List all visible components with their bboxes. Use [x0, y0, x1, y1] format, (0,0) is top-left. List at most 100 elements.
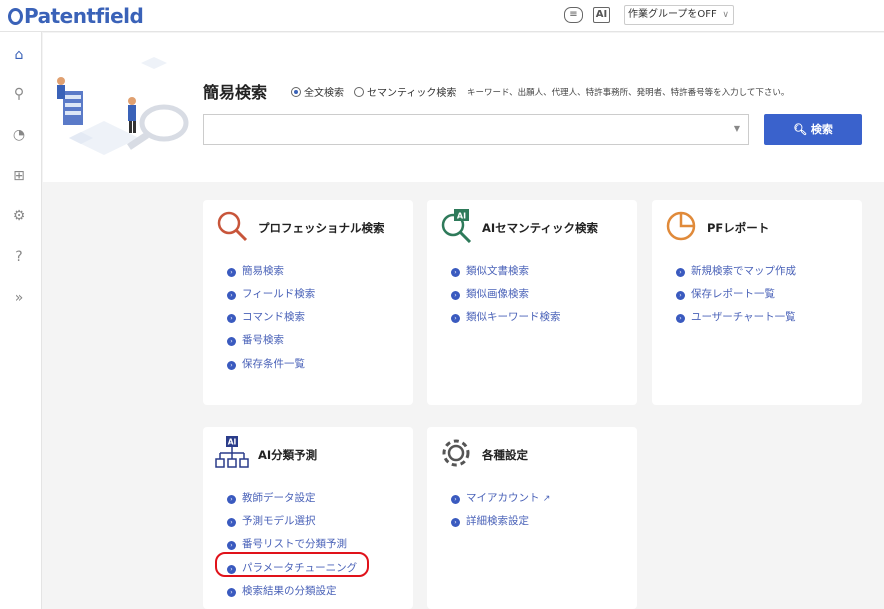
radio-fulltext-label: 全文検索 [304, 88, 344, 99]
simple-search-panel: 簡易検索 全文検索 セマンティック検索 キーワード、出願人、代理人、特許事務所、… [43, 33, 884, 182]
external-link-icon: ↗ [543, 494, 551, 504]
bullet-icon: › [451, 291, 460, 300]
link-label[interactable]: 簡易検索 [242, 265, 284, 277]
magnifier-icon [215, 209, 249, 243]
bullet-icon: › [451, 518, 460, 527]
search-button-icon: 🔍︎ [793, 123, 807, 136]
ai-badge: AI [228, 438, 237, 447]
radio-fulltext[interactable]: 全文検索 [291, 84, 344, 99]
bullet-icon: › [676, 268, 685, 277]
link-label[interactable]: 予測モデル選択 [242, 515, 316, 527]
bullet-icon: › [227, 518, 236, 527]
card-title: PFレポート [707, 220, 769, 236]
link-label[interactable]: 教師データ設定 [242, 492, 316, 504]
link-teacher-data[interactable]: › 教師データ設定 [227, 490, 316, 505]
ai-tree-icon: AI [215, 436, 249, 470]
link-label[interactable]: マイアカウント [466, 492, 540, 504]
card-ai-semantic: AI AIセマンティック検索 › 類似文書検索 › 類似画像検索 › 類似キーワード検… [427, 200, 637, 405]
bullet-icon: › [676, 314, 685, 323]
bullet-icon: › [227, 291, 236, 300]
bullet-icon: › [227, 541, 236, 550]
bullet-icon: › [227, 268, 236, 277]
link-number-search[interactable]: › 番号検索 [227, 332, 284, 347]
card-professional-search: プロフェッショナル検索 › 簡易検索 › フィールド検索 › コマンド検索 › 番号検索… [203, 200, 413, 405]
ai-badge: AI [457, 212, 466, 221]
radio-semantic-dot[interactable] [354, 87, 364, 97]
link-label[interactable]: 新規検索でマップ作成 [691, 265, 796, 277]
bullet-icon: › [451, 268, 460, 277]
radio-fulltext-dot[interactable] [291, 87, 301, 97]
chevron-down-icon: ∨ [722, 6, 729, 24]
link-field-search[interactable]: › フィールド検索 [227, 286, 315, 301]
top-header: Patentfield ≡ AI 作業グループをOFF ∨ [0, 0, 884, 32]
link-model-select[interactable]: › 予測モデル選択 [227, 513, 316, 528]
link-label[interactable]: フィールド検索 [242, 288, 315, 300]
link-label[interactable]: 保存レポート一覧 [691, 288, 775, 300]
search-input[interactable]: ▼ [203, 114, 749, 145]
settings-icon[interactable]: ⚙ [10, 207, 28, 225]
pie-chart-icon [664, 209, 698, 243]
chat-icon[interactable]: ≡ [564, 7, 583, 23]
logo-text: Patentfield [24, 4, 143, 28]
link-label[interactable]: ユーザーチャート一覧 [691, 311, 796, 323]
card-title: AIセマンティック検索 [482, 220, 598, 236]
link-command-search[interactable]: › コマンド検索 [227, 309, 305, 324]
bullet-icon: › [227, 314, 236, 323]
link-saved-conditions[interactable]: › 保存条件一覧 [227, 356, 305, 371]
radio-semantic[interactable]: セマンティック検索 [354, 84, 456, 99]
search-hint: キーワード、出願人、代理人、特許事務所、発明者、特許番号等を入力して下さい。 [467, 86, 789, 98]
ai-icon[interactable]: AI [593, 7, 610, 23]
expand-icon[interactable]: » [10, 289, 28, 307]
dropdown-caret-icon[interactable]: ▼ [734, 124, 740, 133]
link-label[interactable]: 番号検索 [242, 334, 284, 346]
bullet-icon: › [451, 495, 460, 504]
link-label[interactable]: コマンド検索 [242, 311, 305, 323]
link-label[interactable]: 検索結果の分類設定 [242, 585, 337, 597]
search-illustration-icon [49, 43, 199, 163]
link-label[interactable]: 類似キーワード検索 [466, 311, 561, 323]
link-label[interactable]: 詳細検索設定 [466, 515, 529, 527]
card-title: AI分類予測 [258, 447, 317, 463]
bullet-icon: › [227, 495, 236, 504]
help-icon[interactable]: ? [10, 248, 28, 266]
bullet-icon: › [227, 361, 236, 370]
link-similar-docs[interactable]: › 類似文書検索 [451, 263, 529, 278]
search-button-label: 検索 [811, 123, 833, 136]
workgroup-select-value: 作業グループをOFF [628, 9, 717, 20]
search-icon[interactable]: ⚲ [10, 85, 28, 103]
link-new-map[interactable]: › 新規検索でマップ作成 [676, 263, 796, 278]
report-icon[interactable]: ◔ [10, 126, 28, 144]
radio-semantic-label: セマンティック検索 [367, 88, 456, 99]
page-title: 簡易検索 [203, 79, 267, 103]
gear-icon [439, 436, 473, 470]
link-label[interactable]: 保存条件一覧 [242, 358, 305, 370]
link-advanced-search-settings[interactable]: › 詳細検索設定 [451, 513, 529, 528]
link-number-list-predict[interactable]: › 番号リストで分類予測 [227, 536, 347, 551]
link-my-account[interactable]: › マイアカウント ↗ [451, 490, 550, 505]
card-settings: 各種設定 › マイアカウント ↗ › 詳細検索設定 [427, 427, 637, 609]
link-saved-reports[interactable]: ›保存レポート一覧 [676, 286, 775, 301]
link-similar-images[interactable]: › 類似画像検索 [451, 286, 529, 301]
ai-magnifier-icon: AI [439, 209, 473, 243]
link-result-classification[interactable]: › 検索結果の分類設定 [227, 583, 337, 598]
link-simple-search[interactable]: › 簡易検索 [227, 263, 284, 278]
card-title: 各種設定 [482, 447, 528, 463]
link-label[interactable]: 類似文書検索 [466, 265, 529, 277]
card-ai-classification: AI AI分類予測 ›教師データ設定 ›予測モデル選択 ›番号リストで分類予測 … [203, 427, 413, 609]
link-similar-keywords[interactable]: › 類似キーワード検索 [451, 309, 561, 324]
bullet-icon: › [227, 337, 236, 346]
search-button[interactable]: 🔍︎ 検索 [764, 114, 862, 145]
link-label[interactable]: 類似画像検索 [466, 288, 529, 300]
highlight-annotation [215, 552, 369, 577]
bullet-icon: › [451, 314, 460, 323]
patentfield-logo[interactable]: Patentfield [8, 4, 143, 28]
home-icon[interactable]: ⌂ [10, 46, 28, 64]
bullet-icon: › [227, 588, 236, 597]
left-nav: ⌂ ⚲ ◔ ⊞ ⚙ ? » [0, 32, 42, 609]
link-user-charts[interactable]: › ユーザーチャート一覧 [676, 309, 796, 324]
ai-tree-icon[interactable]: ⊞ [10, 167, 28, 185]
link-label[interactable]: 番号リストで分類予測 [242, 538, 347, 550]
card-pf-report: PFレポート › 新規検索でマップ作成 ›保存レポート一覧 › ユーザーチャート一覧 [652, 200, 862, 405]
workgroup-select[interactable]: 作業グループをOFF ∨ [624, 5, 734, 25]
card-title: プロフェッショナル検索 [258, 220, 385, 236]
